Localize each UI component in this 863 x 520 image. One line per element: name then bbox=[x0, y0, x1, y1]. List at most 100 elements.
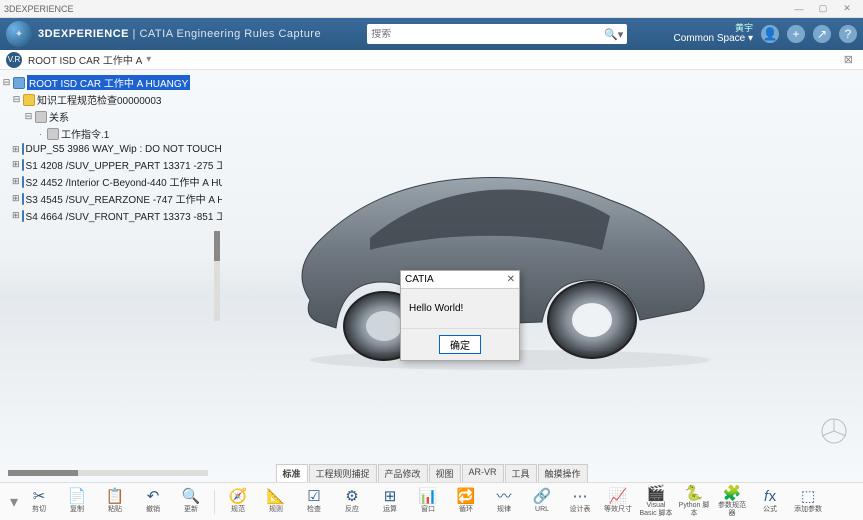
chart-icon: 📈 bbox=[601, 489, 635, 506]
tree-node-action[interactable]: ·工作指令.1 bbox=[2, 125, 220, 142]
share-icon[interactable]: ↗ bbox=[813, 25, 831, 43]
spec-tree[interactable]: ⊟ROOT ISD CAR 工作中 A HUANGY ⊟知识工程规范检查0000… bbox=[0, 70, 222, 482]
tree-item[interactable]: ⊞S4 4664 /SUV_FRONT_PART 13373 -851 工作中 … bbox=[2, 207, 220, 224]
tool-law[interactable]: 〰规律 bbox=[487, 489, 521, 513]
help-icon[interactable]: ? bbox=[839, 25, 857, 43]
window-maximize-icon[interactable]: ▢ bbox=[811, 3, 835, 14]
tree-root[interactable]: ⊟ROOT ISD CAR 工作中 A HUANGY bbox=[2, 74, 220, 91]
window-close-icon[interactable]: ✕ bbox=[835, 3, 859, 14]
expand-icon[interactable]: ⊞ bbox=[12, 193, 20, 204]
leaf-icon: · bbox=[36, 129, 45, 139]
dialog-titlebar[interactable]: CATIA ✕ bbox=[401, 271, 519, 289]
tree-item[interactable]: ⊞DUP_S5 3986 WAY_Wip : DO NOT TOUCH !!!/… bbox=[2, 142, 220, 156]
tool-window[interactable]: 📊窗口 bbox=[411, 489, 445, 513]
tab-view[interactable]: 视图 bbox=[428, 464, 460, 482]
dialog-title: CATIA bbox=[405, 274, 434, 285]
tab-standard[interactable]: 标准 bbox=[275, 464, 307, 482]
context-close-icon[interactable]: ⊠ bbox=[840, 53, 857, 66]
tool-cut[interactable]: ✂剪切 bbox=[22, 489, 56, 513]
bottom-tabs: 标准 工程规则捕捉 产品修改 视图 AR-VR 工具 触摸操作 bbox=[275, 464, 587, 482]
collapse-icon[interactable]: ⊟ bbox=[12, 94, 21, 105]
tool-check[interactable]: ☑检查 bbox=[297, 489, 331, 513]
scissors-icon: ✂ bbox=[22, 489, 56, 506]
tab-touch[interactable]: 触摸操作 bbox=[538, 464, 588, 482]
search-dropdown-icon[interactable]: ▾ bbox=[618, 28, 624, 41]
top-bar: ✦ 3DEXPERIENCE | CATIA Engineering Rules… bbox=[0, 18, 863, 50]
user-menu[interactable]: 黄宇 Common Space ▾ bbox=[674, 24, 754, 45]
part-icon bbox=[22, 210, 24, 222]
search-box[interactable]: 🔍 ▾ bbox=[367, 24, 627, 44]
tree-node-knowledge[interactable]: ⊟知识工程规范检查00000003 bbox=[2, 91, 220, 108]
part-icon bbox=[22, 193, 24, 205]
context-title: ROOT ISD CAR 工作中 A bbox=[28, 52, 142, 67]
tool-url[interactable]: 🔗URL bbox=[525, 489, 559, 513]
tool-param-spec[interactable]: 🧩参数规范器 bbox=[715, 486, 749, 518]
workspace: 标准 工程规则捕捉 产品修改 视图 AR-VR 工具 触摸操作 ⊟ROOT IS… bbox=[0, 70, 863, 482]
update-icon: 🔍 bbox=[174, 489, 208, 506]
tool-loop[interactable]: 🔁循环 bbox=[449, 489, 483, 513]
search-input[interactable] bbox=[371, 29, 604, 40]
expand-icon[interactable]: ⊞ bbox=[12, 210, 20, 221]
tool-paste[interactable]: 📋粘贴 bbox=[98, 489, 132, 513]
folder-icon bbox=[23, 94, 35, 106]
tool-vb-script[interactable]: 🎬Visual Basic 脚本 bbox=[639, 486, 673, 518]
part-icon bbox=[22, 176, 24, 188]
law-icon: 〰 bbox=[487, 489, 521, 506]
part-icon bbox=[22, 143, 24, 155]
user-space: Common Space ▾ bbox=[674, 33, 754, 44]
tool-python-script[interactable]: 🐍Python 脚本 bbox=[677, 486, 711, 518]
tab-rules-capture[interactable]: 工程规则捕捉 bbox=[308, 464, 376, 482]
avatar-icon[interactable]: 👤 bbox=[761, 25, 779, 43]
add-icon[interactable]: + bbox=[787, 25, 805, 43]
window-minimize-icon[interactable]: — bbox=[787, 4, 811, 14]
axis-gizmo-icon[interactable] bbox=[819, 416, 849, 446]
action-icon bbox=[47, 128, 59, 140]
compass-icon[interactable]: ✦ bbox=[6, 21, 32, 47]
tree-item[interactable]: ⊞S1 4208 /SUV_UPPER_PART 13371 -275 工作中 … bbox=[2, 156, 220, 173]
collapse-icon[interactable]: ⊟ bbox=[24, 111, 33, 122]
search-icon[interactable]: 🔍 bbox=[604, 28, 618, 41]
tool-design-table[interactable]: ⋯设计表 bbox=[563, 489, 597, 513]
tool-update[interactable]: 🔍更新 bbox=[174, 489, 208, 513]
tool-undo[interactable]: ↶撤销 bbox=[136, 489, 170, 513]
tab-tools[interactable]: 工具 bbox=[505, 464, 537, 482]
table-icon: ⋯ bbox=[563, 489, 597, 506]
loop-icon: 🔁 bbox=[449, 489, 483, 506]
rule-icon: 📐 bbox=[259, 489, 293, 506]
copy-icon: 📄 bbox=[60, 489, 94, 506]
dialog-message: Hello World! bbox=[401, 289, 519, 328]
tab-product-edit[interactable]: 产品修改 bbox=[377, 464, 427, 482]
tree-item[interactable]: ⊞S2 4452 /Interior C-Beyond-440 工作中 A HU… bbox=[2, 173, 220, 190]
tool-spec[interactable]: 🧭规范 bbox=[221, 489, 255, 513]
expand-icon[interactable]: ⊞ bbox=[12, 144, 20, 155]
dialog-ok-button[interactable]: 确定 bbox=[439, 335, 481, 354]
part-icon bbox=[22, 159, 24, 171]
tool-reaction[interactable]: ⚙反应 bbox=[335, 489, 369, 513]
tab-ar-vr[interactable]: AR-VR bbox=[462, 464, 504, 482]
vb-icon: 🎬 bbox=[639, 486, 673, 503]
tool-formula[interactable]: 𝑓x公式 bbox=[753, 489, 787, 513]
expand-icon[interactable]: ⊞ bbox=[12, 176, 20, 187]
brand-app: CATIA bbox=[139, 28, 172, 40]
tool-add-param[interactable]: ⬚添加参数 bbox=[791, 489, 825, 513]
operation-icon: ⊞ bbox=[373, 489, 407, 506]
context-bar: V.R ROOT ISD CAR 工作中 A ▾ ⊠ bbox=[0, 50, 863, 70]
tool-rule[interactable]: 📐规则 bbox=[259, 489, 293, 513]
context-badge-icon: V.R bbox=[6, 52, 22, 68]
dialog-close-icon[interactable]: ✕ bbox=[507, 274, 515, 285]
tree-item[interactable]: ⊞S3 4545 /SUV_REARZONE -747 工作中 A HUANGY… bbox=[2, 190, 220, 207]
tool-equiv-dim[interactable]: 📈等效尺寸 bbox=[601, 489, 635, 513]
product-icon bbox=[13, 77, 25, 89]
action-bar: ▾ ✂剪切 📄复制 📋粘贴 ↶撤销 🔍更新 🧭规范 📐规则 ☑检查 ⚙反应 ⊞运… bbox=[0, 482, 863, 520]
collapse-icon[interactable]: ⊟ bbox=[2, 77, 11, 88]
tool-operation[interactable]: ⊞运算 bbox=[373, 489, 407, 513]
expand-icon[interactable]: ⊞ bbox=[12, 159, 20, 170]
tree-node-relations[interactable]: ⊟关系 bbox=[2, 108, 220, 125]
context-dropdown-icon[interactable]: ▾ bbox=[146, 54, 151, 65]
add-param-icon: ⬚ bbox=[791, 489, 825, 506]
fx-icon: 𝑓x bbox=[753, 489, 787, 506]
link-icon: 🔗 bbox=[525, 489, 559, 506]
tool-copy[interactable]: 📄复制 bbox=[60, 489, 94, 513]
app-name: 3DEXPERIENCE bbox=[4, 4, 74, 14]
actionbar-dropdown-icon[interactable]: ▾ bbox=[10, 492, 18, 512]
